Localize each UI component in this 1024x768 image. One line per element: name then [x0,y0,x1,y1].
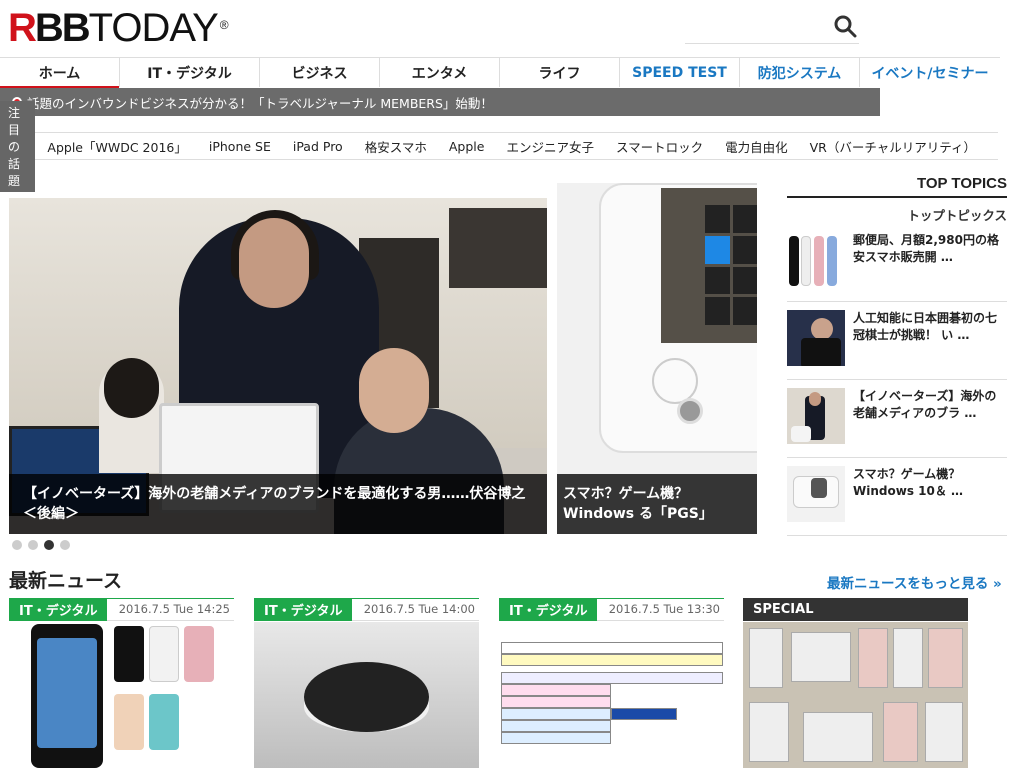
hero-caption-next[interactable]: スマホ？ゲーム機？ Windows る「PGS」 [557,474,757,534]
slider-dot[interactable] [12,540,22,550]
top-topics-subtitle: トップトピックス [907,208,1007,223]
topic-link[interactable]: VR（バーチャルリアリティ） [810,137,976,156]
top-topic-thumbnail [787,388,845,444]
news-card[interactable]: IT・デジタル 2016.7.5 Tue 14:25 [9,598,234,768]
nav-home[interactable]: ホーム [0,58,120,89]
top-topics-title: TOP TOPICS [787,175,1007,198]
news-card-special[interactable]: SPECIAL [743,598,968,768]
news-thumbnail [743,622,968,768]
topic-link[interactable]: iPad Pro [293,139,343,154]
slider-dot[interactable] [28,540,38,550]
news-date: 2016.7.5 Tue 14:00 [363,602,475,616]
global-nav: ホーム IT・デジタル ビジネス エンタメ ライフ SPEED TEST 防犯シ… [0,57,1000,89]
top-topic-thumbnail [787,232,845,288]
nav-business[interactable]: ビジネス [260,58,380,87]
topic-link[interactable]: 電力自由化 [725,137,788,156]
topic-link[interactable]: iPhone SE [209,139,271,154]
topic-link[interactable]: スマートロック [616,137,703,156]
search-icon[interactable] [833,14,857,38]
news-thumbnail [499,622,724,768]
ticker-text: 話題のインバウンドビジネスが分かる！「トラベルジャーナル MEMBERS」始動！ [27,95,493,111]
nav-speed-test[interactable]: SPEED TEST [620,58,740,87]
top-topic-text: 【イノベーターズ】海外の老舗メディアのブラ … [853,389,997,420]
site-logo[interactable]: R BB TODAY ® [8,8,229,48]
top-topic-item[interactable]: スマホ？ゲーム機？ Windows 10＆ … [787,466,1007,536]
hero-photo-person [359,348,429,433]
search-box[interactable] [685,10,859,44]
news-thumbnail [254,622,479,768]
slider-dot-active[interactable] [44,540,54,550]
logo-bb: BB [34,6,91,50]
topic-link[interactable]: Apple [449,139,485,154]
news-thumbnail [9,622,234,768]
latest-news-heading: 最新ニュース [9,570,123,592]
nav-events-seminars[interactable]: イベント/セミナー [860,58,1000,87]
news-date: 2016.7.5 Tue 14:25 [118,602,230,616]
slider-dot[interactable] [60,540,70,550]
hero-caption[interactable]: 【イノベーターズ】海外の老舗メディアのブランドを最適化する男……伏谷博之＜後編＞ [9,474,547,534]
top-topic-item[interactable]: 【イノベーターズ】海外の老舗メディアのブラ … [787,388,1007,458]
logo-registered-mark: ® [219,18,229,32]
top-topic-thumbnail [787,310,845,366]
top-topic-text: 郵便局、月額2,980円の格安スマホ販売開 … [853,233,999,264]
top-topic-item[interactable]: 人工知能に日本囲碁初の七冠棋士が挑戦！ い … [787,310,1007,380]
logo-r: R [8,6,37,50]
hero-photo-shelf [449,208,547,288]
topics-label: 注目の話題 [0,100,36,192]
latest-news-more-link[interactable]: 最新ニュースをもっと見る » [827,572,1002,592]
topic-link[interactable]: 格安スマホ [365,137,427,156]
slider-dots [12,540,70,550]
logo-today: TODAY [88,6,219,50]
nav-security-system[interactable]: 防犯システム [740,58,860,87]
nav-life[interactable]: ライフ [500,58,620,87]
news-card[interactable]: IT・デジタル 2016.7.5 Tue 13:30 [499,598,724,768]
topic-link[interactable]: エンジニア女子 [506,137,594,156]
nav-it-digital[interactable]: IT・デジタル [120,58,260,87]
category-tag[interactable]: IT・デジタル [499,598,598,621]
router-shape [304,662,429,732]
news-ticker[interactable]: 話題のインバウンドビジネスが分かる！「トラベルジャーナル MEMBERS」始動！ [0,88,880,116]
hero-photo-person [104,358,159,418]
nav-entame[interactable]: エンタメ [380,58,500,87]
news-date: 2016.7.5 Tue 13:30 [608,602,720,616]
hero-photo-stick [677,398,703,424]
top-topic-text: スマホ？ゲーム機？ Windows 10＆ … [853,467,964,498]
hero-slide-main[interactable]: 【イノベーターズ】海外の老舗メディアのブランドを最適化する男……伏谷博之＜後編＞ [9,198,547,534]
topics-bar: 注目の話題 Apple「WWDC 2016」 iPhone SE iPad Pr… [0,100,998,192]
news-card[interactable]: IT・デジタル 2016.7.5 Tue 14:00 [254,598,479,768]
hero-slide-next[interactable]: スマホ？ゲーム機？ Windows る「PGS」 [557,183,757,534]
top-topic-item[interactable]: 郵便局、月額2,980円の格安スマホ販売開 … [787,232,1007,302]
category-tag[interactable]: SPECIAL [743,598,824,621]
category-tag[interactable]: IT・デジタル [254,598,353,621]
category-tag[interactable]: IT・デジタル [9,598,108,621]
topic-link[interactable]: Apple「WWDC 2016」 [47,137,186,156]
hero-photo-person [239,218,309,308]
top-topic-thumbnail [787,466,845,522]
hero-photo-tiles [705,205,757,325]
top-topic-text: 人工知能に日本囲碁初の七冠棋士が挑戦！ い … [853,311,998,342]
